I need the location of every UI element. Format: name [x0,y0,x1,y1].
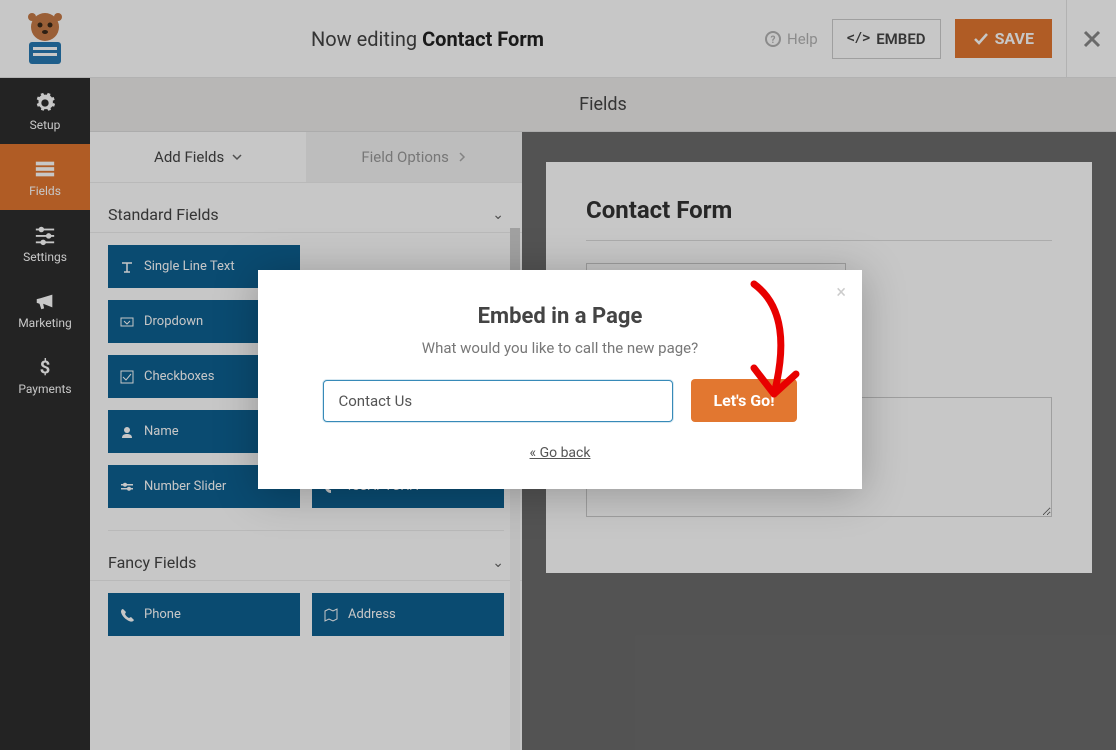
list-icon [34,158,56,180]
tab-label: Field Options [361,148,449,166]
modal-row: Let's Go! [288,379,832,422]
modal-title: Embed in a Page [288,304,832,329]
group-fancy-fields[interactable]: Fancy Fields ⌄ [90,531,522,581]
field-phone[interactable]: Phone [108,593,300,636]
field-label: Phone [144,607,181,622]
sidebar-label: Setup [30,118,61,132]
editing-label: Now editing Contact Form [90,27,765,51]
user-icon [120,425,134,439]
code-icon: </> [847,31,870,46]
close-icon [1082,29,1102,49]
sidebar-item-settings[interactable]: Settings [0,210,90,276]
section-title: Fields [90,78,1116,132]
preview-form-title: Contact Form [586,196,1052,241]
chevron-down-icon: ⌄ [492,207,504,223]
field-label: Dropdown [144,314,203,329]
text-icon [120,260,134,274]
chevron-down-icon: ⌄ [492,555,504,571]
sidebar-label: Settings [23,250,67,264]
lets-go-button[interactable]: Let's Go! [691,379,796,422]
topbar: Now editing Contact Form ? Help </> EMBE… [0,0,1116,78]
go-back-link[interactable]: « Go back [530,445,591,461]
save-button[interactable]: SAVE [955,19,1052,58]
close-builder-button[interactable] [1066,0,1116,78]
dollar-icon: $ [34,356,56,378]
embed-button[interactable]: </> EMBED [832,19,941,59]
map-icon [324,608,338,622]
help-icon: ? [765,31,781,47]
form-name: Contact Form [422,27,544,51]
modal-subtitle: What would you like to call the new page… [288,339,832,357]
embed-label: EMBED [876,30,925,48]
sidebar-item-setup[interactable]: Setup [0,78,90,144]
group-standard-fields[interactable]: Standard Fields ⌄ [90,183,522,233]
help-label: Help [787,30,818,48]
field-label: Checkboxes [144,369,214,384]
page-name-input[interactable] [323,380,673,422]
group-title: Standard Fields [108,205,219,224]
sidebar-label: Payments [18,382,71,396]
field-label: Number Slider [144,479,226,494]
chevron-down-icon [232,152,242,162]
caret-icon [120,315,134,329]
field-address[interactable]: Address [312,593,504,636]
sidebar: Setup Fields Settings Marketing $ Paymen… [0,78,90,750]
wpforms-logo-icon [15,12,75,66]
tabs: Add Fields Field Options [90,132,522,183]
modal-close-button[interactable]: × [836,282,846,303]
svg-text:?: ? [771,35,776,46]
save-label: SAVE [995,29,1034,48]
checkbox-icon [120,370,134,384]
sidebar-label: Fields [29,184,61,198]
logo [0,0,90,78]
field-label: Single Line Text [144,259,235,274]
help-link[interactable]: ? Help [765,30,818,48]
field-label: Name [144,424,179,439]
tab-label: Add Fields [154,148,224,166]
slider-icon [120,480,134,494]
check-icon [973,31,989,47]
top-actions: ? Help </> EMBED SAVE [765,19,1066,59]
sidebar-item-fields[interactable]: Fields [0,144,90,210]
fancy-fields-grid: Phone Address [90,589,522,636]
group-title: Fancy Fields [108,553,196,572]
sidebar-item-marketing[interactable]: Marketing [0,276,90,342]
sidebar-label: Marketing [18,316,72,330]
sidebar-item-payments[interactable]: $ Payments [0,342,90,408]
editing-prefix: Now editing [311,27,422,51]
field-label: Address [348,607,396,622]
tab-add-fields[interactable]: Add Fields [90,132,306,182]
sliders-icon [34,224,56,246]
chevron-right-icon [457,152,467,162]
tab-field-options[interactable]: Field Options [306,132,522,182]
phone-icon [120,608,134,622]
svg-text:$: $ [40,357,51,378]
megaphone-icon [34,290,56,312]
gear-icon [34,92,56,114]
embed-modal: × Embed in a Page What would you like to… [258,270,862,489]
